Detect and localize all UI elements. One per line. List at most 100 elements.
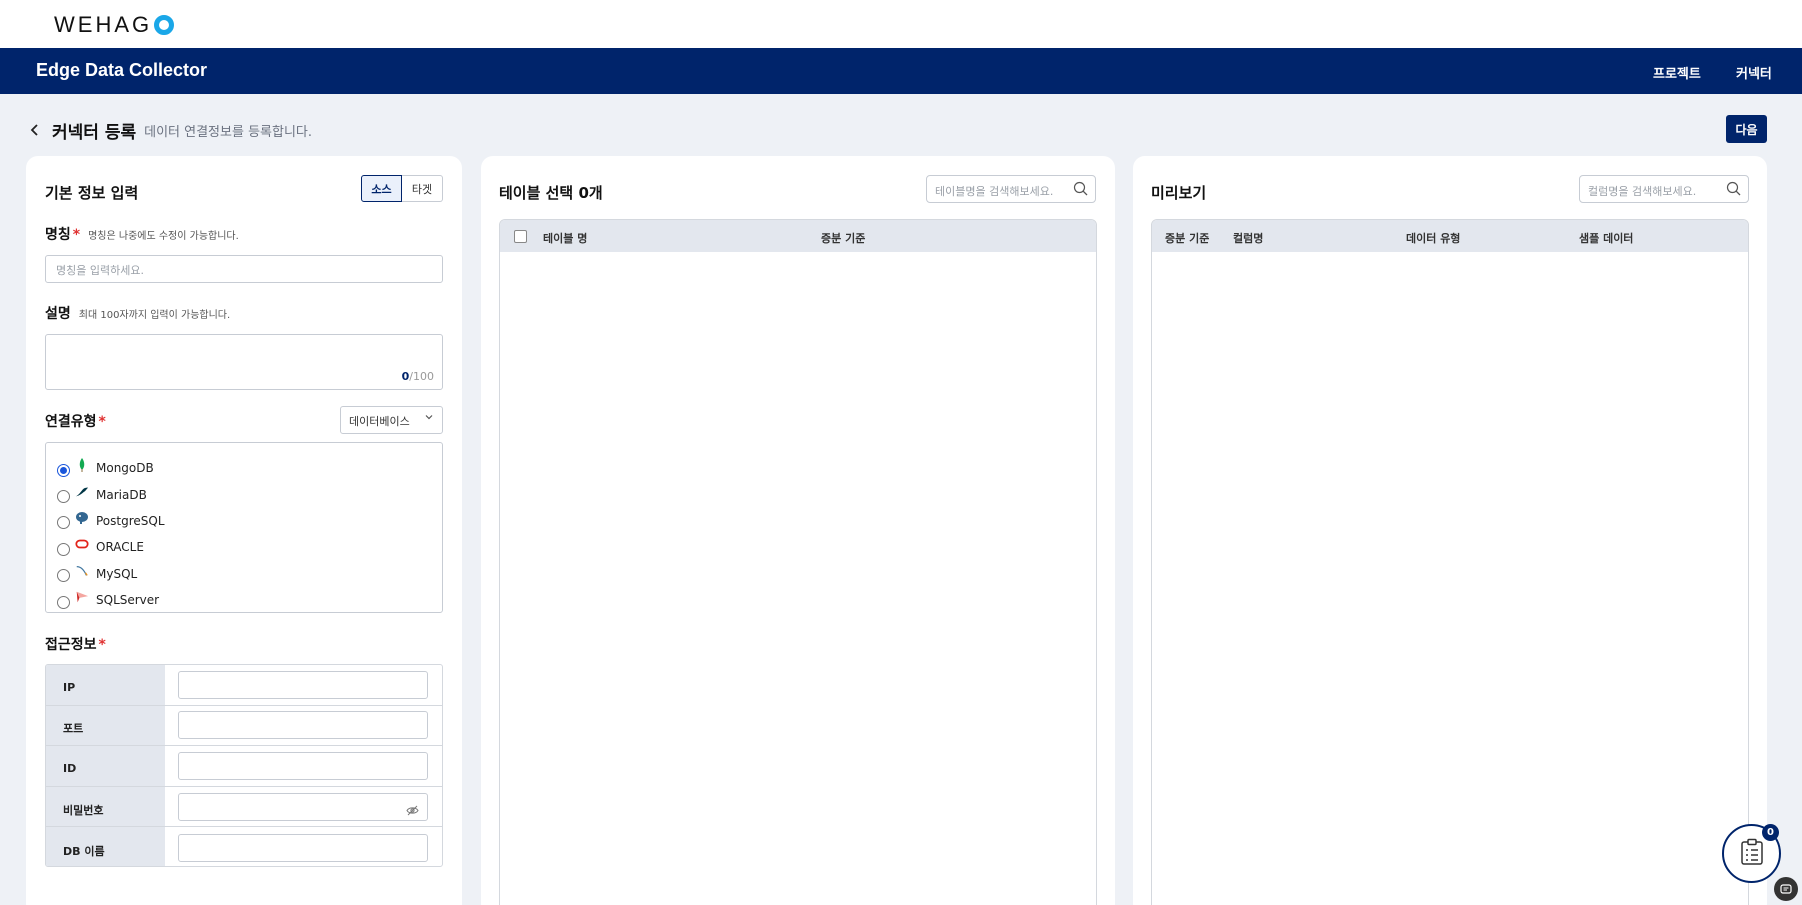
radio-label: MariaDB xyxy=(96,487,147,502)
column-header: 데이터 유형 xyxy=(1406,232,1461,245)
source-target-toggle: 소스 타겟 xyxy=(361,175,443,202)
basic-info-panel: 기본 정보 입력 소스 타겟 명칭 * 명칭은 나중에도 수정이 가능합니다. 명… xyxy=(26,156,462,905)
access-key: 비밀번호 xyxy=(46,786,165,827)
table-select-title: 테이블 선택 0개 xyxy=(499,184,603,202)
column-header: 샘플 데이터 xyxy=(1579,232,1634,245)
table-search-input[interactable]: 테이블명을 검색해보세요. xyxy=(926,175,1096,203)
radio-option-sqlserver[interactable]: SQLServer xyxy=(46,587,442,613)
clipboard-list-icon xyxy=(1740,838,1764,870)
segment-source[interactable]: 소스 xyxy=(361,175,402,202)
ip-input[interactable] xyxy=(178,670,428,699)
access-info-table: IP 포트 ID 비밀번호 DB 이름 xyxy=(45,664,443,867)
chevron-down-icon xyxy=(424,412,434,425)
db-name-input[interactable] xyxy=(178,833,428,862)
logo-circle-icon xyxy=(154,15,175,35)
wehago-logo[interactable]: WEHAG xyxy=(54,12,175,38)
preview-panel: 미리보기 컬럼명을 검색해보세요. 증분 기준 컬럼명 데이터 유형 샘플 데이… xyxy=(1133,156,1767,905)
next-button[interactable]: 다음 xyxy=(1726,115,1767,143)
connection-category-select[interactable]: 데이터베이스 xyxy=(340,406,443,434)
radio-button[interactable] xyxy=(57,490,70,504)
access-row-ip: IP xyxy=(46,665,442,706)
description-label: 설명 최대 100자까지 입력이 가능합니다. xyxy=(45,303,230,323)
access-key: ID xyxy=(46,746,165,786)
connection-type-label-text: 연결유형 xyxy=(45,414,97,430)
chevron-left-icon[interactable] xyxy=(30,121,40,140)
column-header: 증분 기준 xyxy=(1165,232,1210,245)
app-title: Edge Data Collector xyxy=(36,60,208,80)
description-label-text: 설명 xyxy=(45,306,71,322)
radio-button[interactable] xyxy=(57,516,70,530)
postgresql-icon xyxy=(75,511,89,525)
radio-label: MongoDB xyxy=(96,461,154,476)
description-textarea[interactable]: 0/100 xyxy=(45,334,443,390)
required-mark: * xyxy=(72,227,81,243)
port-input[interactable] xyxy=(178,711,428,740)
column-header: 테이블 명 xyxy=(543,232,588,245)
radio-label: SQLServer xyxy=(96,593,160,608)
search-icon[interactable] xyxy=(1726,181,1741,199)
required-mark: * xyxy=(98,414,106,430)
connection-type-label: 연결유형 * xyxy=(45,411,106,431)
radio-option-mongodb[interactable]: MongoDB xyxy=(46,455,442,481)
chat-icon[interactable] xyxy=(1774,877,1798,901)
radio-label: PostgreSQL xyxy=(96,513,165,528)
oracle-icon xyxy=(75,537,89,551)
radio-label: MySQL xyxy=(96,566,138,581)
name-label-text: 명칭 xyxy=(45,227,71,243)
access-row-port: 포트 xyxy=(46,705,442,747)
required-mark: * xyxy=(98,637,106,653)
description-hint: 최대 100자까지 입력이 가능합니다. xyxy=(78,310,231,321)
access-info-label: 접근정보 * xyxy=(45,634,106,654)
access-row-password: 비밀번호 xyxy=(46,786,442,828)
nav-bar: Edge Data Collector 프로젝트 커넥터 xyxy=(0,48,1802,94)
char-max: /100 xyxy=(409,370,434,383)
char-counter: 0/100 xyxy=(402,370,434,383)
access-key: DB 이름 xyxy=(46,827,165,866)
radio-button[interactable] xyxy=(57,463,70,477)
column-header: 증분 기준 xyxy=(821,232,866,245)
access-key: 포트 xyxy=(46,705,165,746)
search-icon[interactable] xyxy=(1073,181,1088,199)
name-input[interactable]: 명칭을 입력하세요. xyxy=(45,255,443,283)
top-bar: WEHAG xyxy=(0,0,1802,48)
radio-button[interactable] xyxy=(57,569,70,583)
select-all-checkbox[interactable] xyxy=(514,230,527,243)
column-header: 컬럼명 xyxy=(1233,232,1264,245)
access-info-label-text: 접근정보 xyxy=(45,637,97,653)
basic-info-title: 기본 정보 입력 xyxy=(45,184,139,202)
column-search-input[interactable]: 컬럼명을 검색해보세요. xyxy=(1579,175,1749,203)
name-hint: 명칭은 나중에도 수정이 가능합니다. xyxy=(88,231,239,242)
eye-off-icon[interactable] xyxy=(406,801,419,820)
access-key: IP xyxy=(46,665,165,705)
select-value: 데이터베이스 xyxy=(349,415,410,428)
radio-option-mysql[interactable]: MySQL xyxy=(46,561,442,587)
id-input[interactable] xyxy=(178,751,428,780)
search-placeholder: 컬럼명을 검색해보세요. xyxy=(1588,185,1697,198)
nav-item-connector[interactable]: 커넥터 xyxy=(1736,63,1772,82)
table-select-panel: 테이블 선택 0개 테이블명을 검색해보세요. 테이블 명 증분 기준 xyxy=(481,156,1115,905)
table-header: 테이블 명 증분 기준 xyxy=(500,220,1096,252)
radio-option-postgresql[interactable]: PostgreSQL xyxy=(46,508,442,534)
sqlserver-icon xyxy=(75,590,89,604)
page-header: 커넥터 등록 데이터 연결정보를 등록합니다. xyxy=(30,118,312,143)
radio-label: ORACLE xyxy=(96,540,144,555)
name-label: 명칭 * 명칭은 나중에도 수정이 가능합니다. xyxy=(45,224,239,244)
page-title: 커넥터 등록 xyxy=(52,123,137,143)
page-subtitle: 데이터 연결정보를 등록합니다. xyxy=(144,125,313,140)
radio-option-mariadb[interactable]: MariaDB xyxy=(46,481,442,507)
table-header: 증분 기준 컬럼명 데이터 유형 샘플 데이터 xyxy=(1152,220,1748,252)
db-type-radio-group: MongoDB MariaDB PostgreSQL ORACLE MySQL … xyxy=(45,442,443,613)
password-input[interactable] xyxy=(178,792,428,821)
nav-item-project[interactable]: 프로젝트 xyxy=(1653,63,1701,82)
notification-badge: 0 xyxy=(1762,824,1779,841)
access-row-id: ID xyxy=(46,746,442,787)
radio-button[interactable] xyxy=(57,595,70,609)
access-row-db-name: DB 이름 xyxy=(46,827,442,866)
search-placeholder: 테이블명을 검색해보세요. xyxy=(935,185,1054,198)
preview-grid: 증분 기준 컬럼명 데이터 유형 샘플 데이터 xyxy=(1151,219,1749,905)
table-list-grid: 테이블 명 증분 기준 xyxy=(499,219,1097,905)
preview-title: 미리보기 xyxy=(1151,184,1207,202)
radio-option-oracle[interactable]: ORACLE xyxy=(46,534,442,560)
segment-target[interactable]: 타겟 xyxy=(402,175,443,202)
radio-button[interactable] xyxy=(57,542,70,556)
